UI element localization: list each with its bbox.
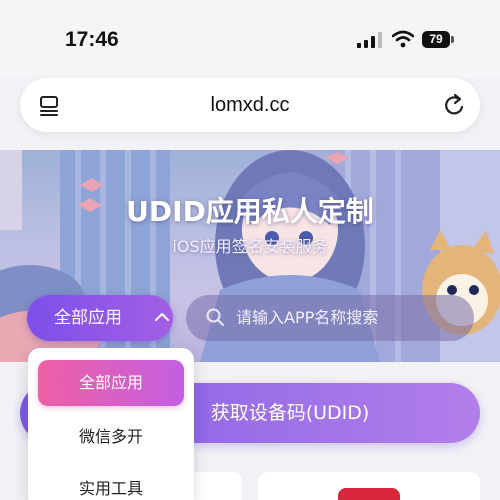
reload-icon[interactable]	[444, 93, 466, 117]
address-bar[interactable]: lomxd.cc	[20, 78, 480, 132]
dropdown-item-wechat-multi[interactable]: 微信多开	[38, 414, 184, 460]
chevron-up-icon	[155, 313, 169, 321]
dropdown-item-all-apps[interactable]: 全部应用	[38, 360, 184, 406]
dropdown-item-utilities[interactable]: 实用工具	[38, 466, 184, 500]
status-time: 17:46	[65, 28, 119, 51]
category-dropdown-menu: 全部应用 微信多开 实用工具	[28, 348, 194, 500]
category-dropdown-button[interactable]: 全部应用	[27, 295, 173, 341]
cellular-signal-icon	[357, 32, 382, 48]
battery-icon: 79	[422, 31, 450, 48]
category-label: 全部应用	[54, 308, 122, 328]
battery-cap	[451, 36, 454, 43]
tabs-icon[interactable]	[38, 94, 60, 116]
status-bar: 17:46 79	[0, 0, 500, 78]
search-placeholder: 请输入APP名称搜索	[236, 308, 379, 327]
hero-subtitle: iOS应用签名安装服务	[172, 237, 328, 256]
search-icon	[206, 308, 224, 326]
search-input[interactable]: 请输入APP名称搜索	[186, 295, 474, 341]
app-icon[interactable]	[338, 488, 400, 500]
hero-title: UDID应用私人定制	[126, 195, 374, 228]
wifi-icon	[392, 30, 414, 48]
url-text[interactable]: lomxd.cc	[20, 78, 480, 132]
get-udid-label: 获取设备码(UDID)	[210, 402, 370, 424]
